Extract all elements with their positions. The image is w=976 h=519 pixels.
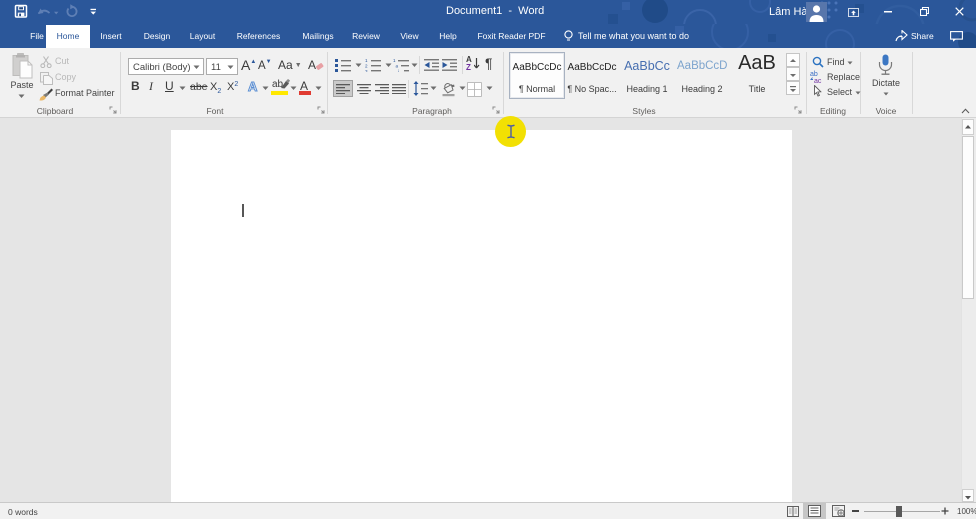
svg-text:1: 1 (393, 58, 396, 63)
svg-text:ac: ac (814, 78, 822, 83)
svg-text:i: i (398, 69, 399, 72)
svg-text:a: a (396, 64, 399, 69)
svg-text:3: 3 (365, 69, 368, 72)
svg-text:2: 2 (365, 64, 368, 69)
svg-text:ab: ab (810, 71, 818, 78)
svg-text:1: 1 (365, 58, 368, 63)
